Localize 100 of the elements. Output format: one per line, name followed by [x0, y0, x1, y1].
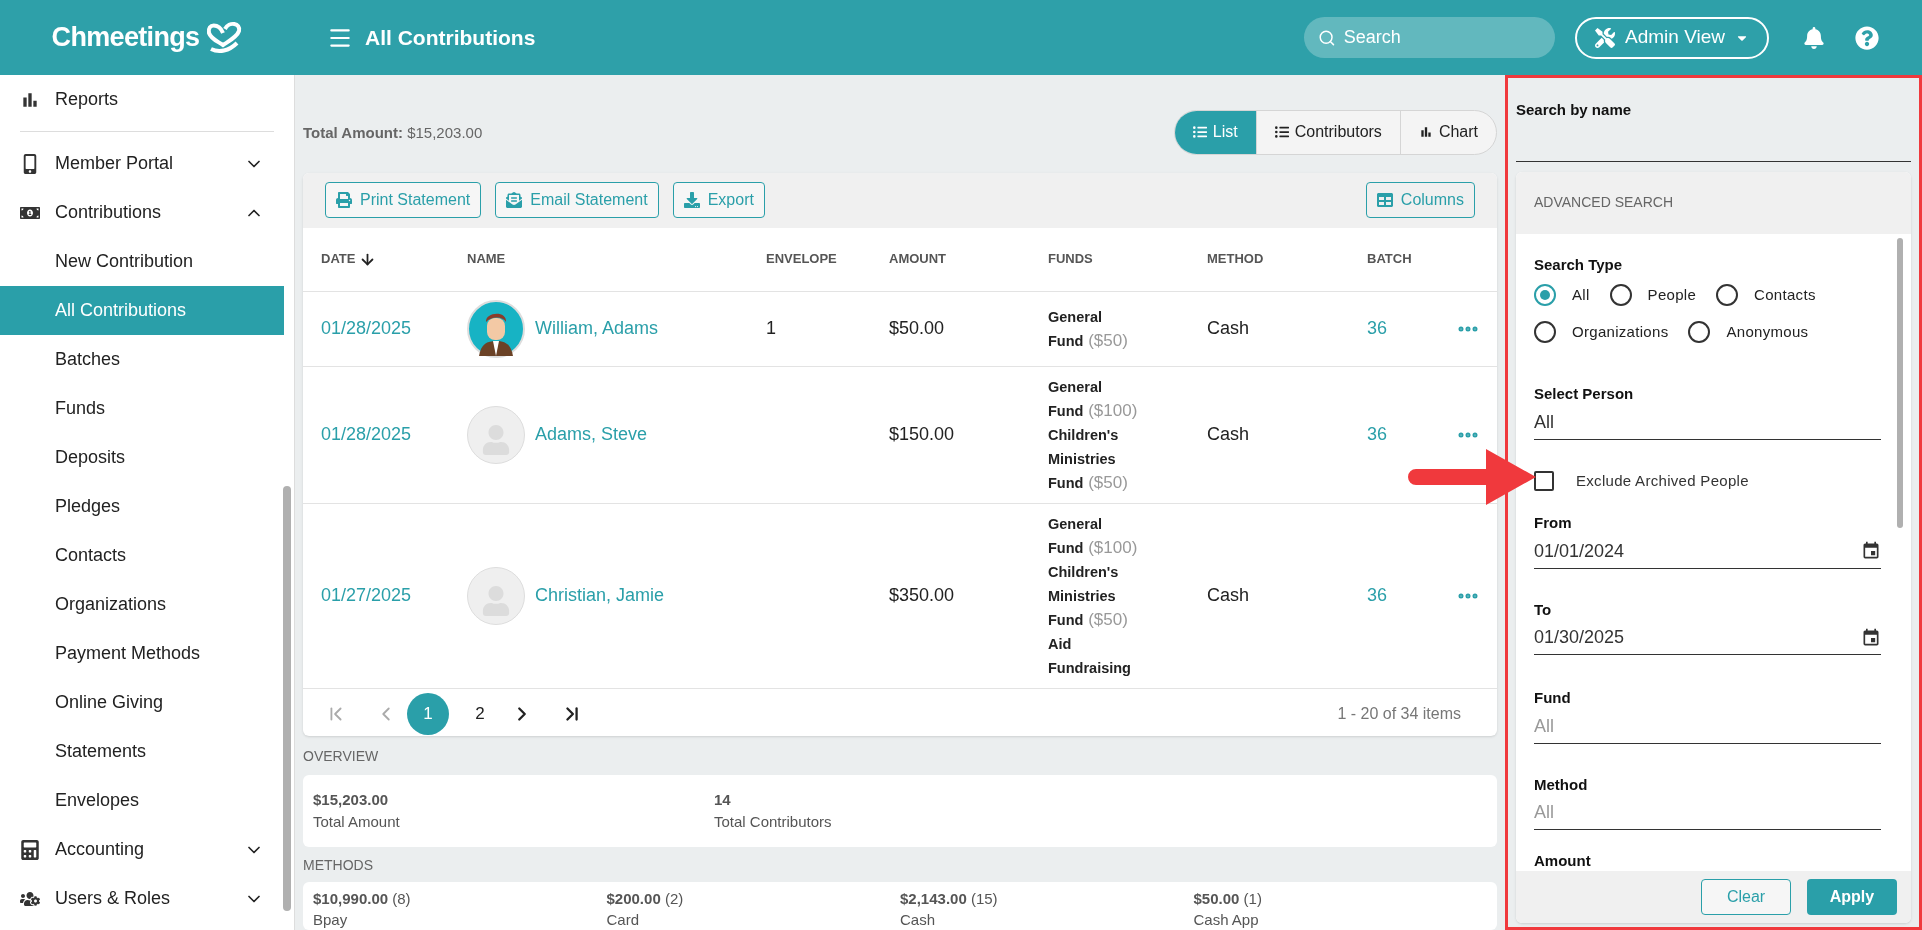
column-header[interactable]: BATCH	[1367, 249, 1456, 269]
radio-button[interactable]	[1534, 284, 1556, 307]
total-amount-value: $15,203.00	[407, 124, 483, 142]
sidebar-subitem[interactable]: Batches	[0, 335, 284, 384]
sidebar-item[interactable]: Member Portal	[0, 139, 284, 188]
section-title: OVERVIEW	[303, 747, 380, 767]
list-icon	[1274, 125, 1289, 140]
sidebar-subitem[interactable]: Pledges	[0, 482, 284, 531]
column-header[interactable]: DATE	[321, 249, 467, 269]
search-input[interactable]: Search	[1343, 24, 1541, 51]
sidebar-subitem[interactable]: Payment Methods	[0, 629, 284, 678]
sidebar-item[interactable]: Accounting	[0, 825, 284, 874]
page-button[interactable]: 2	[459, 692, 501, 735]
page-title: All Contributions	[365, 24, 536, 51]
field-label: Amount	[1534, 851, 1592, 871]
stat-value: 14	[714, 790, 732, 811]
method-label: Card	[606, 910, 640, 930]
method-total: $50.00 (1)	[1193, 889, 1263, 909]
amount-cell-text: $350.00	[889, 584, 956, 608]
method-cell-text: Cash	[1207, 317, 1251, 341]
section-title: METHODS	[303, 856, 374, 875]
stat-label: Total Contributors	[714, 812, 833, 833]
input-field[interactable]: 01/30/2025	[1534, 624, 1861, 651]
scrollbar-thumb[interactable]	[1897, 237, 1903, 528]
method-cell-text: Cash	[1207, 423, 1251, 447]
fund-entry: Children's Ministries Fund ($50)	[1048, 425, 1129, 494]
field-label: To	[1534, 599, 1553, 620]
field-label: Method	[1534, 774, 1589, 795]
sidebar-subitem[interactable]: Envelopes	[0, 776, 284, 825]
envelope-cell-text: 1	[766, 317, 777, 341]
sidebar-subitem[interactable]: Deposits	[0, 433, 284, 482]
fund-entry: General Fund ($100)	[1048, 514, 1139, 559]
calculator-icon	[20, 839, 40, 860]
calendar-icon[interactable]	[1861, 541, 1881, 561]
input-field[interactable]: All	[1534, 408, 1881, 436]
scrollbar-thumb[interactable]	[283, 486, 291, 911]
radio-label: Anonymous	[1726, 321, 1809, 342]
radio-label: People	[1647, 285, 1697, 305]
stat-label: Total Amount	[313, 812, 401, 833]
printer-icon	[336, 192, 352, 209]
field-label: From	[1534, 513, 1573, 533]
chart-icon	[1418, 125, 1433, 140]
total-amount-label: Total Amount:	[303, 124, 403, 142]
fund-entry: General Fund ($100)	[1048, 377, 1139, 422]
sidebar-subitem[interactable]: Online Giving	[0, 678, 284, 727]
field-label: Select Person	[1534, 384, 1635, 404]
sidebar-item[interactable]: Users & Roles	[0, 874, 284, 923]
radio-label: All	[1572, 285, 1590, 305]
method-label: Bpay	[313, 910, 349, 930]
sidebar-item[interactable]: Reports	[0, 75, 284, 124]
column-header[interactable]: ENVELOPE	[766, 249, 889, 269]
radio-button[interactable]	[1688, 320, 1711, 343]
download-icon	[683, 192, 700, 209]
input-field[interactable]: 01/01/2024	[1534, 537, 1861, 565]
column-header[interactable]: METHOD	[1207, 249, 1367, 269]
method-cell-text: Cash	[1207, 584, 1251, 608]
bell-icon[interactable]	[1803, 26, 1825, 49]
stat-value: $15,203.00	[313, 790, 390, 811]
card-title: ADVANCED SEARCH	[1534, 193, 1673, 212]
sidebar-item[interactable]: Contributions	[0, 188, 284, 237]
field-label: Search by name	[1516, 100, 1633, 120]
logo-text: Chmeetings	[51, 21, 200, 55]
method-label: Cash	[900, 910, 937, 930]
envelope-icon	[506, 192, 523, 209]
list-icon	[1192, 125, 1207, 140]
column-header[interactable]: FUNDS	[1048, 249, 1207, 269]
fund-entry: Children's Ministries Fund ($50)	[1048, 562, 1129, 631]
amount-cell-text: $150.00	[889, 423, 956, 447]
calendar-icon[interactable]	[1861, 627, 1881, 648]
view-tab[interactable]: Contributors	[1255, 110, 1400, 154]
search-field[interactable]: Search	[1304, 17, 1555, 58]
sidebar-subitem[interactable]: New Contribution	[0, 237, 284, 286]
radio-label: Organizations	[1572, 321, 1669, 342]
input-field[interactable]: All	[1534, 712, 1881, 740]
radio-label: Contacts	[1754, 285, 1816, 305]
radio-button[interactable]	[1534, 320, 1556, 343]
sidebar-subitem[interactable]: Contacts	[0, 531, 284, 580]
sidebar-subitem[interactable]: Organizations	[0, 580, 284, 629]
radio-button[interactable]	[1716, 284, 1739, 307]
sidebar-subitem[interactable]: Funds	[0, 384, 284, 433]
field-label: Fund	[1534, 688, 1572, 708]
method-label: Cash App	[1193, 910, 1260, 930]
checkbox[interactable]	[1534, 470, 1554, 491]
field-label: Search Type	[1534, 254, 1624, 275]
view-tab[interactable]: Chart	[1399, 110, 1496, 154]
input-field[interactable]: All	[1534, 799, 1881, 826]
method-total: $2,143.00 (15)	[900, 889, 999, 909]
table-icon	[1376, 192, 1393, 209]
amount-cell-text: $50.00	[889, 317, 946, 341]
column-header[interactable]: NAME	[467, 249, 766, 269]
fund-entry: General Fund ($50)	[1048, 307, 1129, 352]
method-total: $200.00 (2)	[606, 889, 685, 909]
method-total: $10,990.00 (8)	[313, 889, 412, 909]
pagination-summary: 1 - 20 of 34 items	[1337, 703, 1461, 724]
checkbox-label: Exclude Archived People	[1576, 470, 1749, 491]
sidebar-subitem[interactable]: Statements	[0, 727, 284, 776]
tools-icon	[1595, 27, 1615, 48]
help-icon[interactable]	[1855, 25, 1879, 50]
column-header[interactable]: AMOUNT	[889, 249, 1048, 269]
radio-button[interactable]	[1609, 284, 1632, 307]
